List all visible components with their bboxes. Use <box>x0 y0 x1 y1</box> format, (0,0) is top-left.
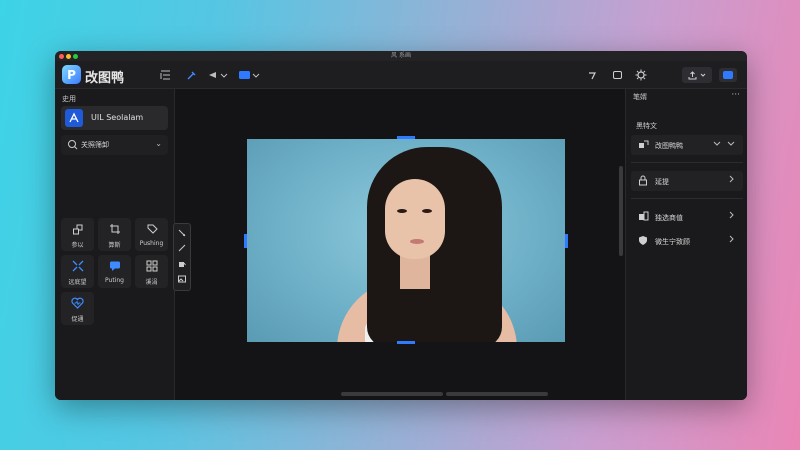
shield-icon <box>638 235 648 249</box>
brush-size-dropdown-icon[interactable] <box>208 69 230 81</box>
window-title: 风 系画 <box>391 52 411 59</box>
color-dropdown-icon[interactable] <box>238 69 262 81</box>
photo-subject-eye <box>397 209 407 213</box>
tool-label: Puting <box>105 277 124 284</box>
chevron-right-icon <box>727 211 735 222</box>
floating-tool-strip <box>173 223 191 291</box>
tool-puting[interactable]: Puting <box>98 255 131 288</box>
divider <box>631 162 743 163</box>
tool-label: 算斯 <box>108 242 121 249</box>
edited-photo[interactable] <box>247 139 565 342</box>
tag-icon <box>146 223 158 237</box>
tool-layers[interactable]: 参以 <box>61 218 94 251</box>
tool-label: Pushing <box>139 240 164 247</box>
export-icon <box>688 70 697 79</box>
profile-button[interactable] <box>719 68 737 82</box>
tool-grid[interactable]: 溪涓 <box>135 255 168 288</box>
crop-icon <box>109 223 121 237</box>
project-card[interactable]: UIL Seolalam <box>61 106 168 130</box>
grid-icon <box>146 260 158 274</box>
right-panel: 笔婿 ··· 黑特文 改图鸭鸭 延提 独选商值 微生宁致顾 <box>625 89 747 400</box>
line-tool-icon[interactable] <box>178 244 186 254</box>
property-row-lock[interactable]: 延提 <box>631 171 743 191</box>
tool-expand[interactable]: 远底望 <box>61 255 94 288</box>
pen-tool-icon <box>65 109 83 127</box>
tool-label: 溪涓 <box>145 279 158 286</box>
list-icon[interactable] <box>158 69 172 81</box>
property-label: 独选商值 <box>655 214 683 222</box>
expand-icon <box>72 260 84 274</box>
tool-label: 促通 <box>71 316 84 323</box>
image-tool-icon[interactable] <box>178 275 186 285</box>
project-name: UIL Seolalam <box>91 113 144 122</box>
chevron-right-icon <box>727 235 735 246</box>
app-window: 风 系画 P 改图鸭 史用 UIL Seolalam 关照筛卸 ⌄ 参以 算斯 … <box>55 51 747 400</box>
left-panel: 史用 UIL Seolalam 关照筛卸 ⌄ 参以 算斯 Pushing 远底望… <box>55 89 175 400</box>
canvas-area[interactable] <box>175 89 625 400</box>
resize-handle-left[interactable] <box>244 234 247 248</box>
resize-handle-top[interactable] <box>397 136 415 139</box>
brush-icon[interactable] <box>184 69 198 81</box>
export-button[interactable] <box>682 67 712 83</box>
redo-icon[interactable] <box>585 69 599 81</box>
title-bar: 风 系画 <box>55 51 747 61</box>
photo-subject-lips <box>410 239 424 244</box>
property-row-layers[interactable]: 独选商值 <box>631 207 743 227</box>
vertical-scrollbar[interactable] <box>619 166 623 256</box>
photo-subject-eye <box>422 209 432 213</box>
heart-icon <box>71 297 84 311</box>
tool-label: 参以 <box>71 242 84 249</box>
tool-label: 远底望 <box>68 279 87 286</box>
chevron-down-icon: ⌄ <box>155 139 162 148</box>
top-toolbar: P 改图鸭 <box>55 61 747 89</box>
app-logo-icon: P <box>62 65 81 84</box>
right-panel-title: 笔婿 <box>633 93 647 101</box>
right-panel-subtitle: 黑特文 <box>636 122 657 130</box>
resize-handle-bottom[interactable] <box>397 341 415 344</box>
layers-icon <box>638 211 649 225</box>
tool-pushing[interactable]: Pushing <box>135 218 168 251</box>
chevron-down-icon <box>713 139 721 150</box>
tool-crop[interactable]: 算斯 <box>98 218 131 251</box>
property-label: 延提 <box>655 178 669 186</box>
lock-icon <box>638 175 648 189</box>
preset-dropdown[interactable]: 关照筛卸 ⌄ <box>61 135 168 155</box>
fill-tool-icon[interactable] <box>178 260 186 270</box>
settings-icon[interactable] <box>634 69 648 81</box>
left-panel-title: 史用 <box>62 95 76 103</box>
more-options-icon[interactable]: ··· <box>731 90 740 100</box>
tool-heart[interactable]: 促通 <box>61 292 94 325</box>
resize-handle-right[interactable] <box>565 234 568 248</box>
preset-label: 关照筛卸 <box>81 141 109 149</box>
comment-icon[interactable] <box>610 69 624 81</box>
pen-tool-icon[interactable] <box>178 229 186 239</box>
chat-icon <box>109 260 121 274</box>
chevron-right-icon <box>727 175 735 186</box>
property-label: 微生宁致顾 <box>655 238 690 246</box>
chevron-down-icon <box>700 73 706 77</box>
layers-icon <box>72 223 84 237</box>
spot-heal-icon <box>67 139 78 153</box>
photo-subject-face <box>385 179 445 259</box>
horizontal-scrollbar-secondary[interactable] <box>446 392 548 396</box>
shape-icon <box>638 139 649 153</box>
property-row-shield[interactable]: 微生宁致顾 <box>631 231 743 251</box>
divider <box>631 198 743 199</box>
profile-icon <box>723 71 733 79</box>
property-label: 改图鸭鸭 <box>655 142 683 150</box>
property-row-shape[interactable]: 改图鸭鸭 <box>631 135 743 155</box>
expand-chevron-icon[interactable] <box>727 139 735 150</box>
horizontal-scrollbar[interactable] <box>341 392 443 396</box>
app-name: 改图鸭 <box>85 71 125 86</box>
